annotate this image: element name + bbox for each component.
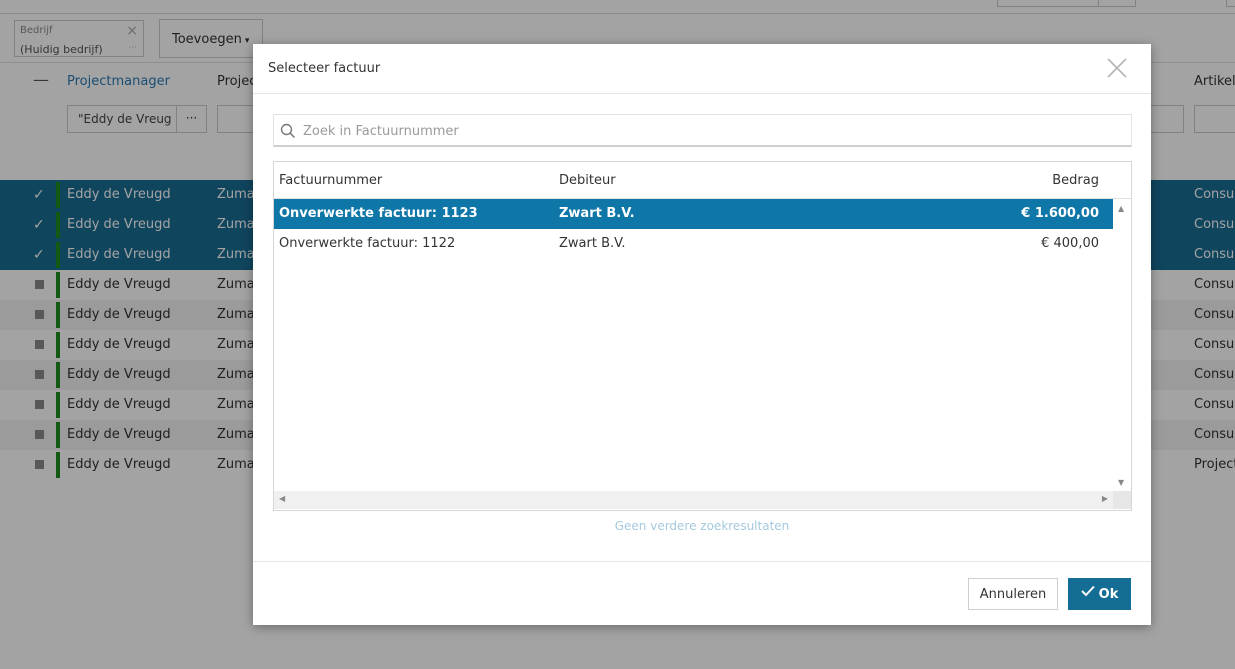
cell-debiteur: Zwart B.V. xyxy=(559,206,635,221)
scroll-left-icon[interactable]: ◀ xyxy=(279,494,285,503)
scrollbar-corner xyxy=(1113,491,1131,509)
check-icon xyxy=(1080,585,1095,601)
column-header-bedrag[interactable]: Bedrag xyxy=(1052,173,1099,188)
invoice-search-input[interactable] xyxy=(303,119,1123,143)
cell-bedrag: € 1.600,00 xyxy=(1021,206,1099,221)
invoice-search-box[interactable] xyxy=(273,114,1132,147)
column-header-factuurnummer[interactable]: Factuurnummer xyxy=(279,173,382,188)
table-header: Factuurnummer Debiteur Bedrag xyxy=(274,162,1131,199)
invoice-table: Factuurnummer Debiteur Bedrag Onverwerkt… xyxy=(273,161,1132,511)
column-header-debiteur[interactable]: Debiteur xyxy=(559,173,616,188)
table-body: Onverwerkte factuur: 1123 Zwart B.V. € 1.6… xyxy=(274,199,1113,491)
vertical-scrollbar[interactable]: ▲ ▼ xyxy=(1113,199,1131,491)
table-row[interactable]: Onverwerkte factuur: 1122 Zwart B.V. € 400… xyxy=(274,229,1113,259)
cell-factuurnummer: Onverwerkte factuur: 1123 xyxy=(279,206,478,221)
horizontal-scrollbar[interactable]: ◀ ▶ xyxy=(274,491,1113,509)
table-row[interactable]: Onverwerkte factuur: 1123 Zwart B.V. € 1.6… xyxy=(274,199,1113,229)
dialog-footer: Annuleren Ok xyxy=(253,561,1151,625)
ok-button-label: Ok xyxy=(1098,586,1119,602)
scroll-down-icon[interactable]: ▼ xyxy=(1118,478,1124,487)
dialog-header: Selecteer factuur xyxy=(253,44,1151,94)
scroll-up-icon[interactable]: ▲ xyxy=(1118,204,1124,213)
cell-bedrag: € 400,00 xyxy=(1041,236,1099,251)
cell-factuurnummer: Onverwerkte factuur: 1122 xyxy=(279,236,456,251)
cancel-button[interactable]: Annuleren xyxy=(968,578,1058,610)
cell-debiteur: Zwart B.V. xyxy=(559,236,626,251)
search-icon xyxy=(280,123,296,143)
close-icon[interactable] xyxy=(1106,57,1128,79)
no-more-results-text: Geen verdere zoekresultaten xyxy=(614,519,790,533)
ok-button[interactable]: Ok xyxy=(1068,578,1131,610)
select-invoice-dialog: Selecteer factuur Factuurnummer Debiteur… xyxy=(253,44,1151,625)
scroll-right-icon[interactable]: ▶ xyxy=(1102,494,1108,503)
dialog-title: Selecteer factuur xyxy=(268,61,381,76)
